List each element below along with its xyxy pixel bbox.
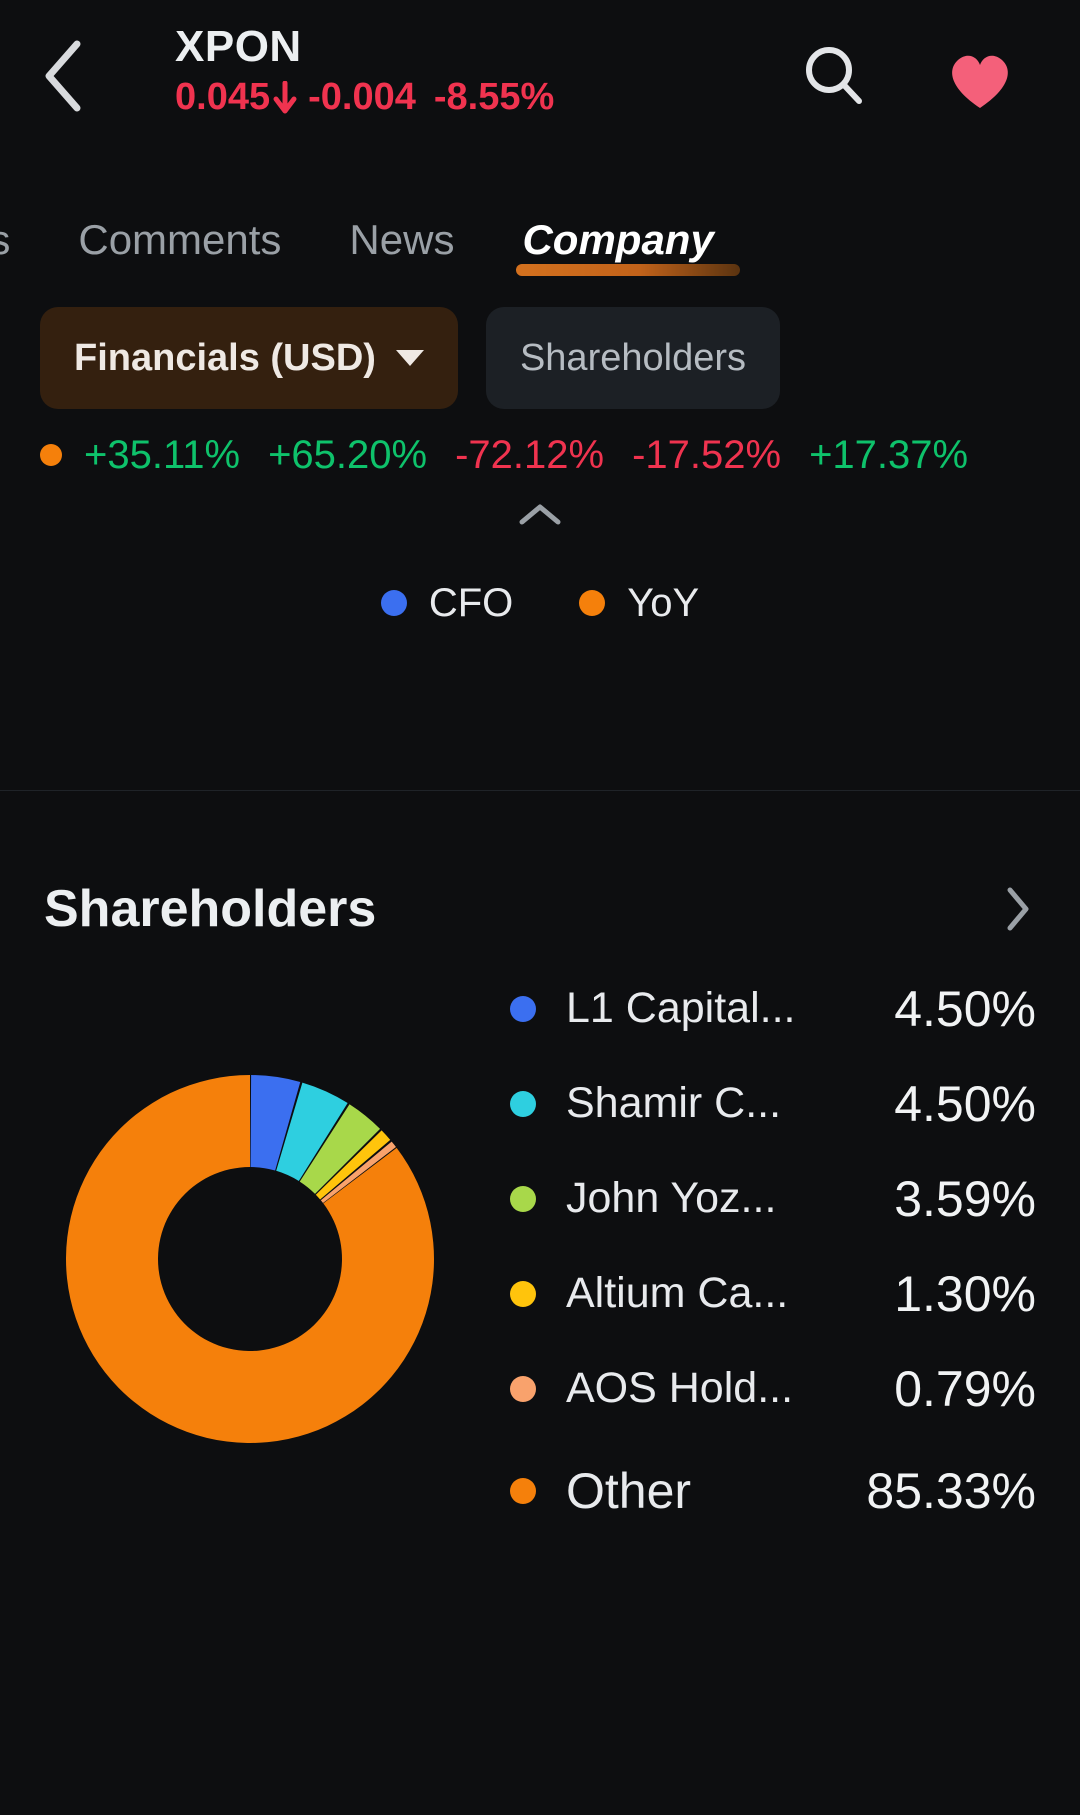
stock-detail-screen: XPON 0.045 -0.004 -8.55% Comments News C… <box>0 0 1080 1815</box>
quote-row: 0.045 -0.004 -8.55% <box>175 75 554 121</box>
list-item[interactable]: John Yoz... 3.59% <box>510 1151 1036 1246</box>
legend-dot-cfo <box>380 590 407 616</box>
legend-dot-john-yoz <box>510 1185 536 1212</box>
filter-chip-row: Financials (USD) Shareholders <box>0 282 1080 412</box>
shareholders-title: Shareholders <box>44 880 377 938</box>
pct-value-2: +65.20% <box>268 432 428 477</box>
pct-value-4: -17.52% <box>632 432 782 477</box>
arrow-down-icon <box>272 81 298 115</box>
legend-value-shamir-c: 4.50% <box>894 1075 1036 1132</box>
legend-value-l1-capital: 4.50% <box>894 980 1036 1037</box>
legend-item-yoy[interactable]: YoY <box>579 581 699 626</box>
legend-dot-other <box>510 1478 536 1504</box>
shareholders-header[interactable]: Shareholders <box>0 791 1080 939</box>
list-item[interactable]: Altium Ca... 1.30% <box>510 1246 1036 1341</box>
chevron-right-icon[interactable] <box>1002 884 1032 934</box>
legend-name-john-yoz: John Yoz... <box>566 1174 777 1222</box>
chip-shareholders-label: Shareholders <box>519 336 746 379</box>
list-item[interactable]: L1 Capital... 4.50% <box>510 961 1036 1056</box>
collapse-row <box>0 486 1080 548</box>
heart-icon <box>945 48 1015 117</box>
legend-dot-altium-ca <box>510 1280 536 1307</box>
chevron-left-icon <box>39 36 89 116</box>
legend-dot-yoy <box>579 590 606 616</box>
tab-partial[interactable]: ns <box>0 216 44 282</box>
app-header: XPON 0.045 -0.004 -8.55% <box>0 0 1080 172</box>
pct-value-3: -72.12% <box>455 432 605 477</box>
favorite-button[interactable] <box>942 44 1018 120</box>
legend-label-cfo: CFO <box>428 580 514 625</box>
back-button[interactable] <box>32 40 96 112</box>
legend-value-other: 85.33% <box>866 1463 1036 1519</box>
shareholders-legend: L1 Capital... 4.50% Shamir C... 4.50% Jo… <box>500 961 1080 1546</box>
search-button[interactable] <box>796 40 872 116</box>
yoy-percent-row: +35.11% +65.20% -72.12% -17.52% +17.37% <box>0 412 1080 486</box>
legend-name-l1-capital: L1 Capital... <box>566 984 796 1032</box>
pct-value-5: +17.37% <box>809 432 969 477</box>
shareholders-section: Shareholders L1 Capital... 4.50% Shamir … <box>0 791 1080 1546</box>
shareholders-body: L1 Capital... 4.50% Shamir C... 4.50% Jo… <box>0 939 1080 1546</box>
legend-name-altium-ca: Altium Ca... <box>566 1269 789 1317</box>
tab-news[interactable]: News <box>315 216 488 282</box>
section-tabs: ns Comments News Company <box>0 172 1080 282</box>
legend-name-other: Other <box>566 1463 692 1519</box>
price-change: -0.004 <box>308 76 416 119</box>
legend-name-aos-hold: AOS Hold... <box>566 1364 794 1412</box>
chevron-up-icon[interactable] <box>517 500 563 535</box>
chip-shareholders[interactable]: Shareholders <box>485 307 780 409</box>
legend-dot-l1-capital <box>510 995 536 1022</box>
donut-slice[interactable] <box>65 1074 434 1443</box>
legend-item-cfo[interactable]: CFO <box>380 580 514 626</box>
price-change-percent: -8.55% <box>433 76 555 119</box>
legend-dot-aos-hold <box>510 1375 536 1402</box>
ticker-symbol: XPON <box>175 22 302 71</box>
chip-financials-usd[interactable]: Financials (USD) <box>40 307 458 409</box>
series-dot-yoy <box>40 444 62 466</box>
shareholders-donut-chart[interactable] <box>0 1049 500 1459</box>
legend-dot-shamir-c <box>510 1090 536 1117</box>
legend-value-altium-ca: 1.30% <box>894 1265 1036 1322</box>
chip-financials-label: Financials (USD) <box>74 336 376 379</box>
list-item[interactable]: Shamir C... 4.50% <box>510 1056 1036 1151</box>
list-item[interactable]: AOS Hold... 0.79% <box>510 1341 1036 1436</box>
search-icon <box>801 43 867 114</box>
list-item[interactable]: Other 85.33% <box>510 1436 1036 1546</box>
legend-value-john-yoz: 3.59% <box>894 1170 1036 1227</box>
chevron-down-icon <box>395 350 424 366</box>
tab-company[interactable]: Company <box>488 216 747 282</box>
price-value: 0.045 <box>175 76 271 119</box>
legend-name-shamir-c: Shamir C... <box>566 1079 782 1127</box>
chart-legend: CFO YoY <box>0 548 1080 658</box>
title-block: XPON 0.045 -0.004 -8.55% <box>175 22 554 121</box>
pct-value-1: +35.11% <box>84 432 241 477</box>
legend-label-yoy: YoY <box>627 580 700 625</box>
legend-value-aos-hold: 0.79% <box>894 1360 1036 1417</box>
tab-comments[interactable]: Comments <box>44 216 315 282</box>
